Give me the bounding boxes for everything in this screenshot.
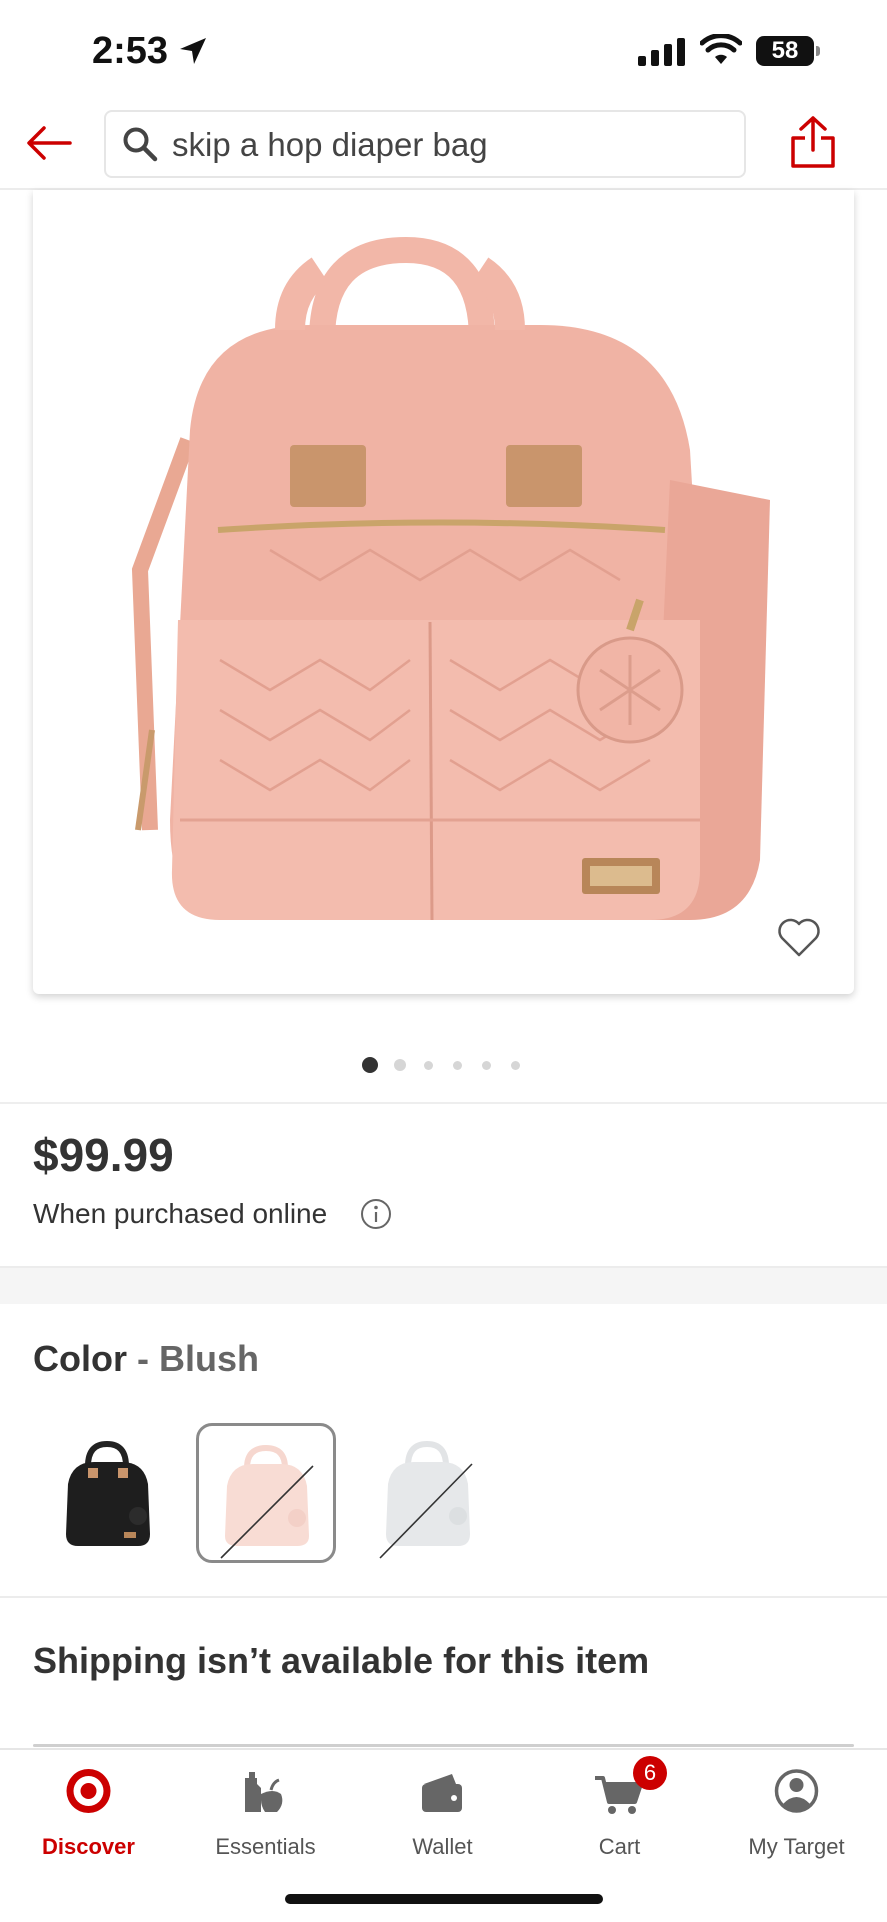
carousel-dot[interactable] (424, 1061, 433, 1070)
status-time: 2:53 (92, 30, 169, 72)
search-input[interactable]: skip a hop diaper bag (104, 110, 746, 178)
shipping-message: Shipping isn’t available for this item (33, 1640, 650, 1681)
color-label: Color (33, 1338, 127, 1379)
section-spacer (0, 1266, 887, 1304)
color-swatch-gray[interactable] (360, 1426, 494, 1560)
blush-bag-thumbnail (220, 1444, 314, 1559)
tab-discover[interactable]: Discover (0, 1750, 177, 1870)
tab-wallet-label: Wallet (412, 1834, 473, 1859)
tab-cart[interactable]: 6 Cart (531, 1750, 708, 1870)
home-indicator (285, 1894, 603, 1904)
tab-cart-label: Cart (598, 1834, 641, 1859)
cart-icon (595, 1776, 643, 1814)
tab-my-target[interactable]: My Target (708, 1750, 885, 1870)
shipping-divider (33, 1744, 854, 1747)
tab-essentials-label: Essentials (215, 1834, 316, 1859)
tab-wallet[interactable]: Wallet (354, 1750, 531, 1870)
color-swatch-black[interactable] (40, 1426, 174, 1560)
carousel-dot[interactable] (453, 1061, 462, 1070)
essentials-icon (245, 1772, 283, 1812)
search-icon (123, 127, 158, 162)
share-icon[interactable] (788, 114, 838, 170)
gray-bag-thumbnail (379, 1440, 473, 1559)
product-price: $99.99 (33, 1129, 174, 1181)
color-selected-value: - Blush (127, 1338, 259, 1379)
color-heading: Color - Blush (33, 1338, 259, 1380)
search-query-text: skip a hop diaper bag (172, 126, 488, 163)
carousel-dot[interactable] (511, 1061, 520, 1070)
price-note: When purchased online (33, 1198, 328, 1229)
account-icon (774, 1769, 819, 1813)
section-divider (0, 1102, 887, 1104)
location-arrow-icon (180, 38, 206, 64)
wallet-icon (422, 1774, 462, 1812)
wifi-icon (700, 34, 742, 64)
color-swatch-blush[interactable] (196, 1423, 336, 1563)
section-divider (0, 1596, 887, 1598)
tab-discover-label: Discover (42, 1834, 135, 1859)
carousel-dot[interactable] (394, 1059, 406, 1071)
tab-essentials[interactable]: Essentials (177, 1750, 354, 1870)
carousel-dot[interactable] (482, 1061, 491, 1070)
color-selected-name: Blush (159, 1338, 260, 1379)
cart-count-badge: 6 (633, 1756, 667, 1790)
tab-my-target-label: My Target (748, 1834, 845, 1859)
black-bag-thumbnail (66, 1440, 150, 1546)
product-image (131, 236, 770, 921)
info-icon[interactable] (360, 1198, 392, 1230)
battery-tip (816, 46, 820, 56)
battery-indicator: 58 (756, 36, 814, 66)
cellular-signal-icon (638, 38, 685, 66)
back-arrow-icon[interactable] (24, 118, 74, 168)
favorite-heart-icon[interactable] (776, 916, 822, 958)
carousel-dot-active[interactable] (362, 1057, 378, 1073)
color-separator: - (127, 1338, 159, 1379)
target-logo-icon (66, 1769, 111, 1813)
